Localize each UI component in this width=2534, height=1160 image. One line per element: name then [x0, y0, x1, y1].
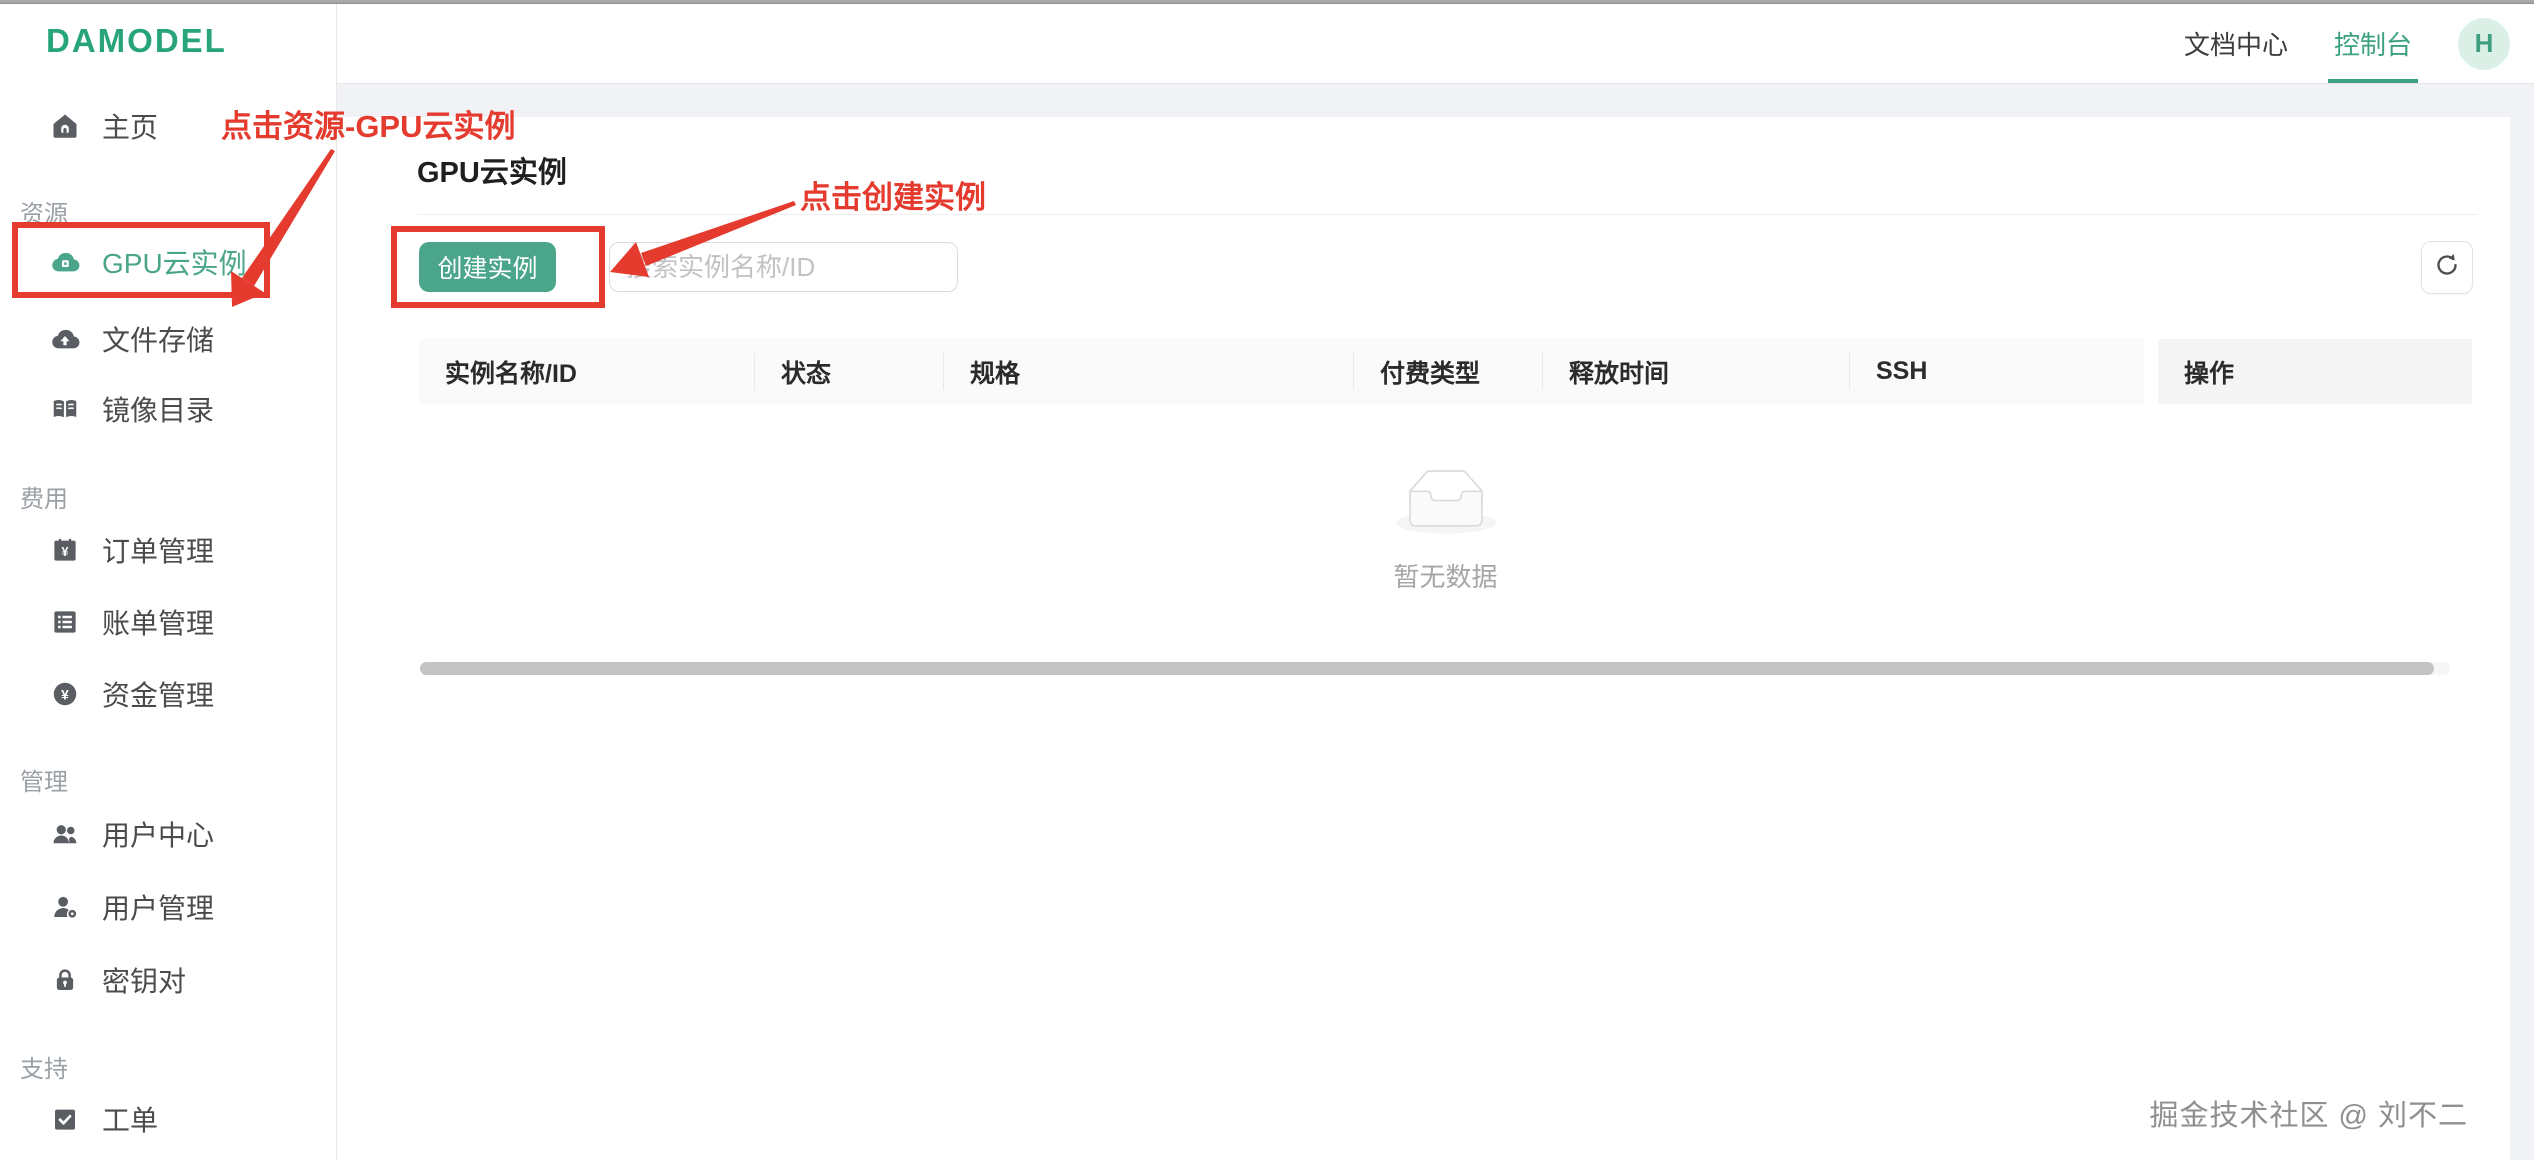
nav-console[interactable]: 控制台 — [2334, 25, 2412, 62]
annotation-sidebar-tip: 点击资源-GPU云实例 — [221, 101, 516, 146]
sidebar-section-billing: 费用 — [20, 479, 68, 514]
sidebar-item-orders[interactable]: ¥ 订单管理 — [0, 522, 335, 578]
sidebar-item-label: 账单管理 — [102, 602, 214, 642]
main-area: GPU云实例 创建实例 实例名称/ID 状态 规格 — [337, 84, 2534, 1160]
brand-logo: DAMODEL — [46, 22, 227, 60]
search-group — [609, 242, 958, 292]
title-divider — [417, 214, 2478, 215]
sidebar-item-gpu-instances[interactable]: GPU云实例 — [0, 234, 335, 290]
ticket-icon — [50, 1104, 80, 1134]
sidebar-item-user-management[interactable]: 用户管理 — [0, 879, 335, 935]
col-status: 状态 — [755, 339, 944, 404]
sidebar-section-resources: 资源 — [20, 194, 68, 229]
watermark: 掘金技术社区 @ 刘不二 — [2149, 1092, 2468, 1134]
col-instance-name: 实例名称/ID — [419, 339, 755, 404]
empty-box-icon — [1396, 469, 1496, 539]
user-manage-icon — [50, 892, 80, 922]
sidebar-item-label: 用户管理 — [102, 887, 214, 927]
empty-state: 暂无数据 — [419, 469, 2472, 594]
sidebar-section-support: 支持 — [20, 1049, 68, 1084]
gpu-cloud-icon — [50, 247, 80, 277]
sidebar-item-label: 资金管理 — [102, 674, 214, 714]
sidebar-item-label: 主页 — [102, 106, 158, 146]
image-catalog-icon — [50, 394, 80, 424]
horizontal-scrollbar-track — [420, 662, 2450, 675]
sidebar-item-file-storage[interactable]: 文件存储 — [0, 311, 335, 367]
user-center-icon — [50, 819, 80, 849]
svg-text:¥: ¥ — [61, 688, 69, 703]
avatar[interactable]: H — [2458, 18, 2510, 70]
sidebar-item-bills[interactable]: 账单管理 — [0, 594, 335, 650]
annotation-create-tip: 点击创建实例 — [800, 172, 986, 217]
col-release-time: 释放时间 — [1543, 339, 1850, 404]
sidebar-item-keypair[interactable]: 密钥对 — [0, 952, 335, 1008]
sidebar-item-label: GPU云实例 — [102, 242, 247, 282]
col-ssh: SSH — [1850, 339, 2144, 404]
sidebar-item-label: 工单 — [102, 1099, 158, 1139]
funds-icon: ¥ — [50, 679, 80, 709]
empty-text: 暂无数据 — [1393, 557, 1497, 594]
sidebar-item-label: 用户中心 — [102, 814, 214, 854]
app-window: DAMODEL 主页 资源 GPU云实例 文件存储 镜像目录 — [0, 0, 2534, 1160]
sidebar-item-image-catalog[interactable]: 镜像目录 — [0, 381, 335, 437]
table-header-row: 实例名称/ID 状态 规格 付费类型 释放时间 SSH 操作 — [419, 339, 2472, 404]
cloud-upload-icon — [50, 324, 80, 354]
sidebar-item-label: 镜像目录 — [102, 389, 214, 429]
horizontal-scrollbar-thumb[interactable] — [420, 662, 2434, 675]
sidebar-item-label: 密钥对 — [102, 960, 186, 1000]
search-input[interactable] — [610, 243, 958, 291]
fixed-column-gap — [2144, 339, 2158, 404]
col-billing-type: 付费类型 — [1354, 339, 1543, 404]
refresh-button[interactable] — [2421, 241, 2473, 294]
col-spec: 规格 — [944, 339, 1354, 404]
top-header: 文档中心 控制台 H — [337, 4, 2534, 84]
content-card: GPU云实例 创建实例 实例名称/ID 状态 规格 — [337, 117, 2510, 1160]
sidebar-item-label: 文件存储 — [102, 319, 214, 359]
sidebar: DAMODEL 主页 资源 GPU云实例 文件存储 镜像目录 — [0, 4, 337, 1160]
sidebar-item-ticket[interactable]: 工单 — [0, 1091, 335, 1147]
refresh-icon — [2433, 251, 2461, 284]
sidebar-item-user-center[interactable]: 用户中心 — [0, 806, 335, 862]
col-actions: 操作 — [2158, 339, 2472, 404]
sidebar-item-funds[interactable]: ¥ 资金管理 — [0, 666, 335, 722]
create-instance-button[interactable]: 创建实例 — [419, 242, 556, 292]
sidebar-section-management: 管理 — [20, 762, 68, 797]
sidebar-item-label: 订单管理 — [102, 530, 214, 570]
nav-doc-center[interactable]: 文档中心 — [2184, 25, 2288, 62]
svg-text:¥: ¥ — [62, 545, 69, 559]
home-icon — [50, 111, 80, 141]
bill-icon — [50, 607, 80, 637]
keypair-lock-icon — [50, 965, 80, 995]
page-title: GPU云实例 — [417, 149, 567, 191]
order-icon: ¥ — [50, 535, 80, 565]
